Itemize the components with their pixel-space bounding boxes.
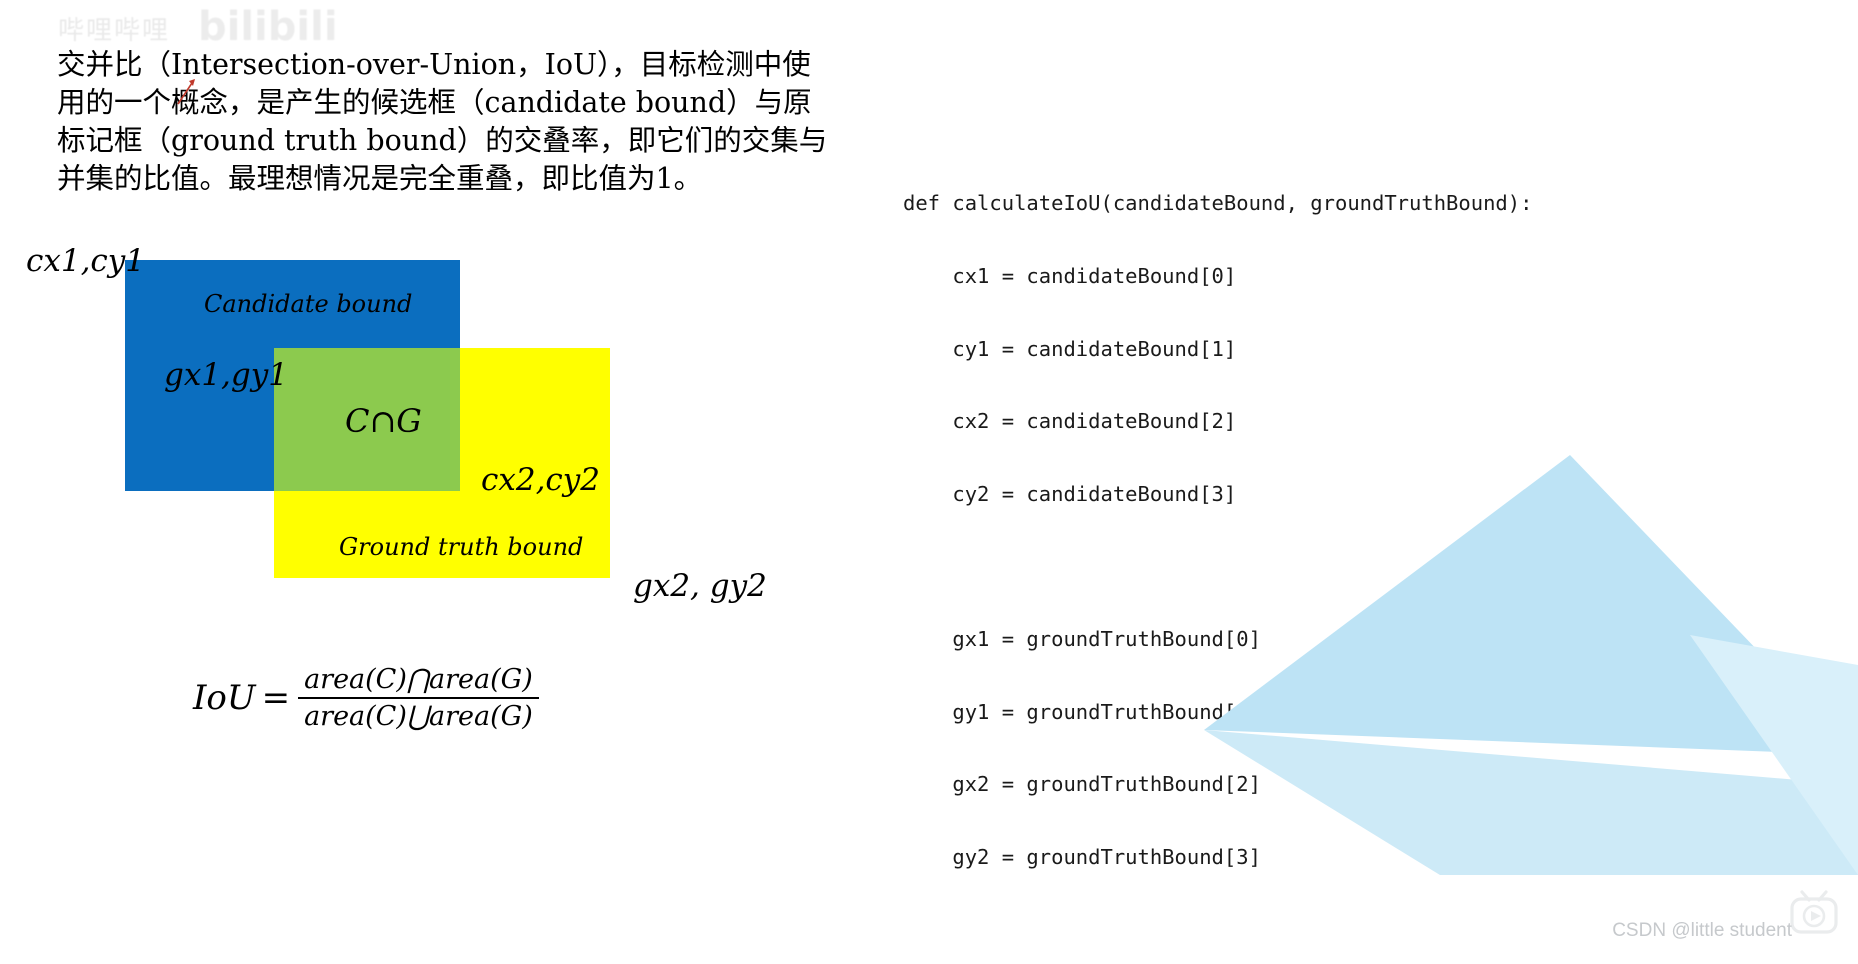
bilibili-tv-icon: [1790, 890, 1838, 934]
csdn-watermark: CSDN @little student: [1588, 866, 1848, 952]
label-intersection: C∩G: [345, 402, 422, 440]
code-line: gx1 = groundTruthBound[0]: [903, 627, 1261, 652]
iou-formula: IoU = area(C)⋂area(G) area(C)⋃area(G): [193, 662, 539, 734]
formula-equals: =: [261, 678, 291, 718]
label-candidate-bound: Candidate bound: [204, 290, 413, 318]
code-line: gy1 = groundTruthBound[1]: [903, 699, 1261, 724]
code-line: cy1 = candidateBound[1]: [903, 336, 1237, 361]
code-line: cy2 = candidateBound[3]: [903, 481, 1237, 506]
code-line: gy2 = groundTruthBound[3]: [903, 844, 1261, 869]
formula-lhs: IoU: [193, 678, 256, 718]
label-ground-truth-bound: Ground truth bound: [339, 533, 584, 561]
label-cx1-cy1: cx1,cy1: [26, 243, 146, 279]
label-gx1-gy1: gx1,gy1: [164, 357, 288, 393]
code-line: gx2 = groundTruthBound[2]: [903, 772, 1261, 797]
label-gx2-gy2: gx2, gy2: [633, 568, 767, 604]
python-code-block: def calculateIoU(candidateBound, groundT…: [903, 143, 1532, 964]
label-cx2-cy2: cx2,cy2: [481, 462, 601, 498]
slide-canvas: 哔哩哔哩 bilibili 交并比（Intersection-over-Unio…: [0, 0, 1858, 964]
code-line: cx2 = candidateBound[2]: [903, 409, 1237, 434]
formula-fraction: area(C)⋂area(G) area(C)⋃area(G): [298, 662, 539, 734]
code-line: cx1 = candidateBound[0]: [903, 264, 1237, 289]
formula-denominator: area(C)⋃area(G): [304, 701, 533, 732]
code-line: def calculateIoU(candidateBound, groundT…: [903, 191, 1533, 216]
iou-diagram: cx1,cy1 Candidate bound gx1,gy1 C∩G cx2,…: [0, 0, 900, 700]
csdn-watermark-text: CSDN @little student: [1612, 920, 1792, 941]
formula-numerator: area(C)⋂area(G): [304, 664, 533, 695]
